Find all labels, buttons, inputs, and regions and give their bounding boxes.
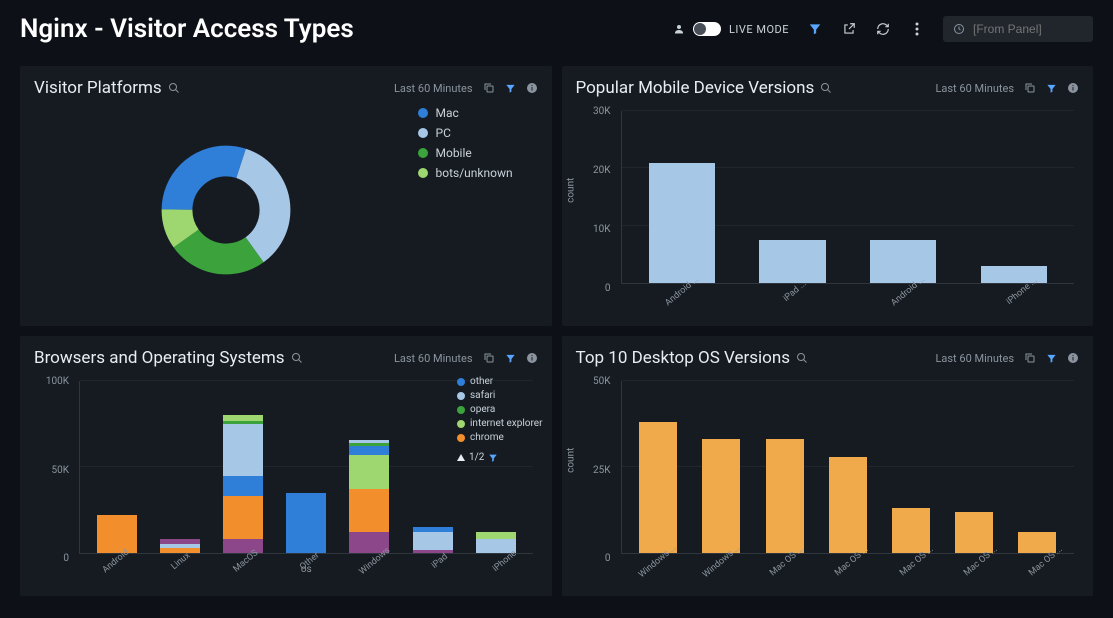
page-title: Nginx - Visitor Access Types (20, 14, 354, 44)
legend-item[interactable]: internet explorer (457, 418, 543, 429)
panel-visitor-platforms: Visitor Platforms Last 60 Minutes (20, 66, 552, 326)
filter-icon[interactable] (505, 353, 516, 364)
info-icon[interactable] (526, 82, 538, 94)
filter-icon[interactable] (1046, 353, 1057, 364)
time-range-label: Last 60 Minutes (394, 82, 473, 95)
info-icon[interactable] (526, 352, 538, 364)
time-range-field[interactable] (973, 22, 1083, 36)
filter-icon[interactable] (488, 453, 498, 463)
panel-title-text: Popular Mobile Device Versions (576, 78, 815, 98)
y-axis-label: count (565, 178, 576, 203)
stacked-bar-chart: 100K 50K 0 os (34, 376, 538, 584)
legend-item[interactable]: chrome (457, 432, 543, 443)
panel-browsers-os: Browsers and Operating Systems Last 60 M… (20, 336, 552, 596)
legend-item[interactable]: Mac (418, 106, 518, 120)
page-indicator-text: 1/2 (469, 452, 484, 463)
panel-desktop-os: Top 10 Desktop OS Versions Last 60 Minut… (562, 336, 1094, 596)
panel-title-text: Visitor Platforms (34, 78, 162, 98)
legend: Mac PC Mobile bots/unknown (418, 106, 538, 314)
user-icon (673, 23, 685, 35)
copy-icon[interactable] (1024, 82, 1036, 94)
legend-item[interactable]: Mobile (418, 146, 518, 160)
y-axis-label: count (565, 448, 576, 473)
legend-item[interactable]: opera (457, 404, 543, 415)
more-icon[interactable] (909, 21, 925, 37)
donut-chart (34, 106, 418, 314)
legend-item[interactable]: safari (457, 390, 543, 401)
copy-icon[interactable] (483, 352, 495, 364)
bar-chart: count 30K 20K 10K 0 (576, 106, 1080, 314)
legend: other safari opera internet explorer chr… (457, 376, 543, 463)
bar-chart: count 50K 25K 0 (576, 376, 1080, 584)
info-icon[interactable] (1067, 82, 1079, 94)
filter-icon[interactable] (807, 21, 823, 37)
legend-item[interactable]: other (457, 376, 543, 387)
legend-item[interactable]: bots/unknown (418, 166, 518, 180)
page-prev-icon[interactable] (457, 454, 465, 461)
time-range-input[interactable] (943, 16, 1093, 42)
panel-title-text: Top 10 Desktop OS Versions (576, 348, 791, 368)
time-range-label: Last 60 Minutes (935, 352, 1014, 365)
panel-title-text: Browsers and Operating Systems (34, 348, 285, 368)
info-icon (1067, 352, 1079, 364)
magnify-icon[interactable] (796, 352, 808, 364)
filter-icon[interactable] (1046, 83, 1057, 94)
filter-icon[interactable] (505, 83, 516, 94)
copy-icon[interactable] (1024, 352, 1036, 364)
legend-item[interactable]: PC (418, 126, 518, 140)
live-mode-toggle[interactable] (693, 22, 721, 36)
refresh-icon[interactable] (875, 21, 891, 37)
live-mode-label: LIVE MODE (729, 23, 789, 36)
panel-mobile-devices: Popular Mobile Device Versions Last 60 M… (562, 66, 1094, 326)
time-range-label: Last 60 Minutes (935, 82, 1014, 95)
copy-icon[interactable] (483, 82, 495, 94)
magnify-icon[interactable] (168, 82, 180, 94)
clock-icon (953, 23, 965, 35)
magnify-icon[interactable] (291, 352, 303, 364)
time-range-label: Last 60 Minutes (394, 352, 473, 365)
export-icon[interactable] (841, 21, 857, 37)
magnify-icon[interactable] (820, 82, 832, 94)
